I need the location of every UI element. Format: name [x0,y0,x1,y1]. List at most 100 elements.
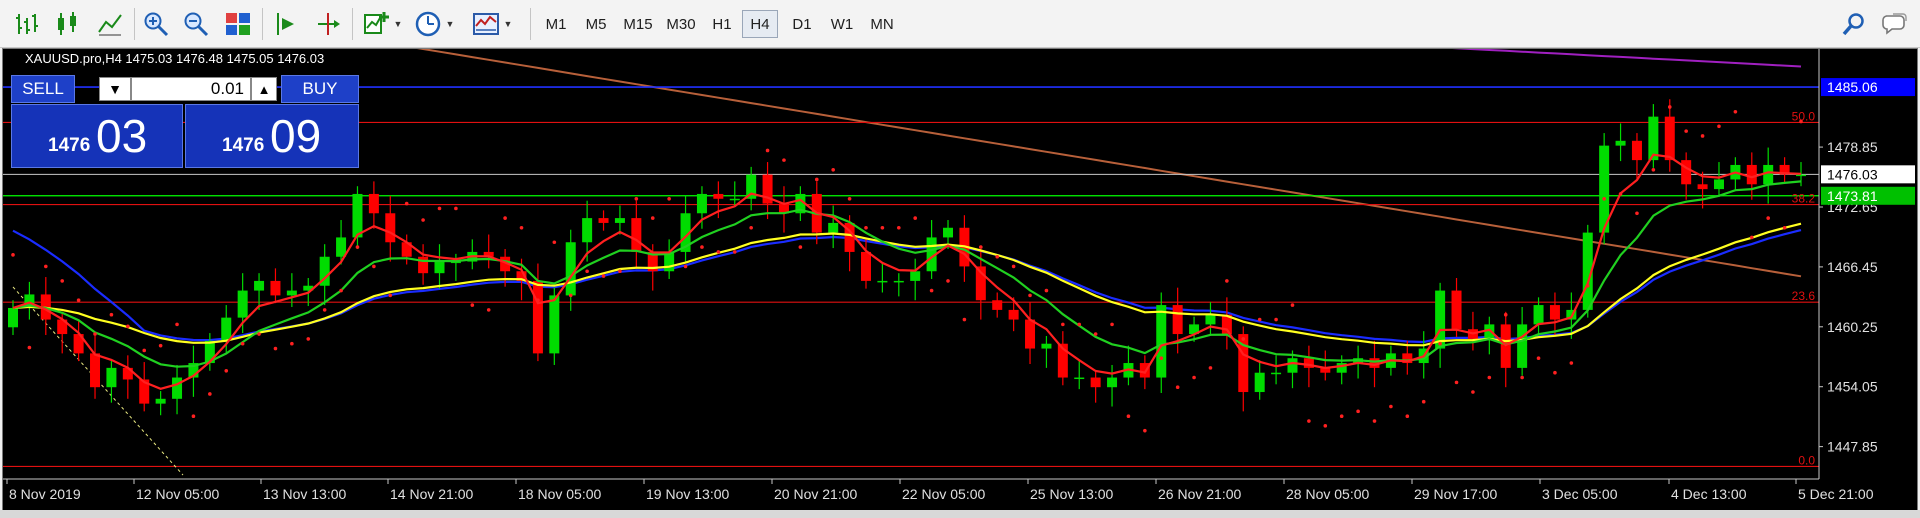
sar-dot [93,332,97,336]
sar-dot [1667,105,1672,109]
timeframe-w1[interactable]: W1 [824,10,860,38]
sar-dot [1553,370,1557,375]
time-tick-label: 4 Dec 13:00 [1671,486,1747,502]
candle-body [1517,324,1528,368]
sar-dot [503,216,507,220]
sell-button[interactable]: SELL [11,75,75,103]
sar-dot [1093,332,1098,336]
sar-dot [1487,375,1492,380]
buy-price-button[interactable]: 1476 09 [185,104,359,168]
candle-body [598,218,609,223]
sar-dot [552,240,557,245]
candle-body [1697,184,1708,190]
tile-windows-button[interactable] [222,9,254,39]
sar-dot [1438,341,1442,346]
sar-dot [44,264,48,269]
zoom-in-button[interactable] [140,9,172,39]
candle-body [1451,290,1462,330]
candle-body [565,242,576,296]
timeframe-m15[interactable]: M15 [618,10,658,38]
one-click-trading-panel: SELL ▼ 0.01 ▲ BUY 1476 03 1476 09 [9,75,359,169]
sar-dot [142,348,147,353]
timeframe-m30[interactable]: M30 [660,10,702,38]
sar-dot [437,206,442,211]
search-button[interactable] [1838,9,1870,39]
zoom-out-button[interactable] [180,9,212,39]
sar-dot [208,392,212,396]
timeframe-m5[interactable]: M5 [578,10,614,38]
timeframe-mn[interactable]: MN [864,10,900,38]
time-tick-label: 19 Nov 13:00 [646,486,729,502]
sar-dot [290,341,294,346]
sar-dot [995,254,1000,259]
sar-dot [1225,279,1229,283]
candle-body [254,280,265,291]
timeframe-h4[interactable]: H4 [742,10,778,38]
candlestick-button[interactable] [52,9,84,39]
time-tick-label: 18 Nov 05:00 [518,486,601,502]
sar-dot [224,368,229,373]
timeframe-m1[interactable]: M1 [538,10,574,38]
sar-dot [1257,317,1262,322]
toolbar-separator [530,8,531,40]
sell-price-button[interactable]: 1476 03 [11,104,183,168]
volume-input[interactable]: 0.01 [131,77,251,101]
sar-dot [568,293,573,298]
chart-window[interactable]: 50.0 38.2 23.6 0.0 1478.85 1472.65 1466.45 1460… [2,48,1918,518]
buy-button[interactable]: BUY [281,75,359,103]
sar-dot [158,343,163,348]
candle-body [1254,372,1265,393]
periods-icon [415,11,440,37]
volume-increase-button[interactable]: ▲ [251,77,277,101]
sar-dot [1733,110,1738,114]
candle-body [1271,372,1282,375]
candle-body [1746,164,1757,185]
candle-body [1172,305,1183,335]
sar-dot [667,196,671,201]
chat-button[interactable] [1878,9,1910,39]
symbol-info: XAUUSD.pro,H4 1475.03 1476.48 1475.05 14… [25,51,324,66]
sar-dot [1635,211,1639,216]
sar-dot [1339,414,1344,418]
sar-dot [1389,404,1393,409]
line-chart-icon [98,14,122,36]
timeframe-d1[interactable]: D1 [784,10,820,38]
status-strip [0,510,1920,518]
bar-chart-button[interactable] [12,9,44,39]
time-tick-label: 5 Dec 21:00 [1798,486,1874,502]
line-chart-button[interactable] [94,9,126,39]
sar-dot [618,269,622,274]
new-indicator-button[interactable]: ▼ [360,9,404,39]
sar-dot [749,225,753,230]
sar-dot [404,201,409,206]
price-label: 1473.81 [1827,188,1878,204]
sar-dot [700,245,704,249]
sar-dot [1208,366,1213,370]
sar-dot [1766,216,1770,220]
sar-dot [1110,322,1114,327]
sar-dot [847,196,852,201]
new-indicator-icon [363,12,389,34]
autoscroll-icon [277,13,294,35]
sar-dot [175,322,179,327]
templates-button[interactable]: ▼ [470,9,514,39]
volume-decrease-button[interactable]: ▼ [99,77,131,101]
candle-body [893,280,904,283]
candle-body [1549,305,1560,320]
sar-dot [257,332,261,336]
sar-dot [322,308,327,312]
candle-body [1090,377,1101,388]
candle-body [992,300,1003,310]
periods-button[interactable]: ▼ [412,9,456,39]
timeframe-h1[interactable]: H1 [705,10,739,38]
chart-shift-button[interactable] [312,9,344,39]
candle-body [1041,343,1052,349]
sar-dot [486,308,491,312]
sar-dot [273,346,278,351]
time-tick-label: 14 Nov 21:00 [390,486,473,502]
sell-price-pips: 03 [96,110,148,162]
sar-dot [1503,312,1508,317]
candle-body [631,218,642,252]
autoscroll-button[interactable] [270,9,302,39]
sar-dot [1307,419,1311,423]
